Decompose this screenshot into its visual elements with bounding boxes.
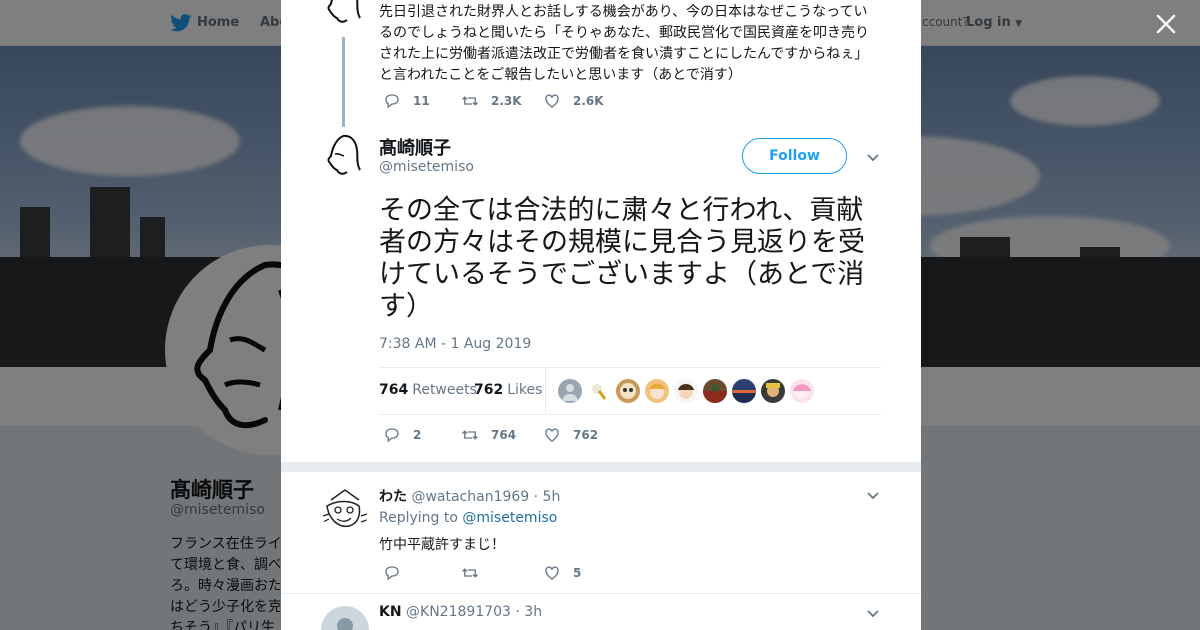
replying-to-prefix: Replying to	[379, 510, 458, 526]
like-stat[interactable]: 762 Likes	[474, 382, 542, 398]
like-stat-label: Likes	[507, 382, 543, 398]
doodle-face-icon	[322, 489, 368, 528]
like-count: 762	[573, 428, 599, 442]
main-tweet-text: その全ては合法的に粛々と行われ、貢献者の方々はその規模に見合う見返りを受けている…	[379, 195, 865, 322]
thread-connector-line	[342, 37, 345, 127]
liker-avatar[interactable]	[587, 379, 611, 403]
retweet-button[interactable]: 764	[461, 426, 516, 444]
retweet-stat[interactable]: 764 Retweets	[379, 382, 477, 398]
like-button[interactable]: 2.6K	[543, 92, 604, 110]
reply-header: KN @KN21891703 · 3h	[379, 604, 542, 620]
reply-icon	[385, 566, 399, 581]
like-icon	[545, 428, 559, 442]
retweet-icon	[462, 568, 478, 578]
row-separator	[281, 593, 921, 594]
reply-time[interactable]: · 3h	[515, 604, 542, 620]
tweet-stats: 764 Retweets 762 Likes	[379, 367, 881, 415]
reply-text: 竹中平蔵許すまじ！	[379, 537, 505, 553]
reply-button[interactable]	[383, 564, 401, 582]
reply-button[interactable]: 11	[383, 92, 430, 110]
author-handle[interactable]: @misetemiso	[379, 159, 474, 175]
liker-avatar[interactable]	[761, 379, 785, 403]
section-divider	[281, 462, 921, 472]
retweet-stat-label: Retweets	[412, 382, 477, 398]
like-button[interactable]: 5	[543, 564, 581, 582]
reply-author-name[interactable]: わた	[379, 489, 407, 505]
parent-tweet-text: 先日引退された財界人とお話しする機会があり、今の日本はなぜこうなっているのでしょ…	[379, 4, 869, 83]
retweet-icon	[462, 430, 478, 440]
reply-author-name[interactable]: KN	[379, 604, 402, 620]
replying-to: Replying to @misetemiso	[379, 510, 557, 526]
retweet-total: 764	[379, 382, 409, 398]
like-total: 762	[474, 382, 504, 398]
default-avatar-icon	[337, 618, 353, 630]
like-count: 5	[573, 566, 582, 580]
reply-count: 2	[413, 428, 422, 442]
reply-count: 11	[413, 94, 430, 108]
liker-avatar[interactable]	[790, 379, 814, 403]
author-name[interactable]: 髙崎順子	[379, 134, 451, 160]
retweet-icon	[462, 96, 478, 106]
reply-icon	[385, 94, 399, 109]
retweet-count: 2.3K	[491, 94, 522, 108]
tweet-timestamp[interactable]: 7:38 AM - 1 Aug 2019	[379, 336, 531, 352]
replying-to-link[interactable]: @misetemiso	[462, 510, 557, 526]
parent-tweet-actions: 11 2.3K 2.6K	[383, 92, 783, 112]
close-icon[interactable]	[1155, 13, 1177, 35]
reply-actions: 5	[383, 564, 783, 584]
main-tweet-avatar[interactable]	[321, 132, 369, 180]
reply-button[interactable]: 2	[383, 426, 421, 444]
like-icon	[545, 94, 559, 108]
reply-header: わた @watachan1969 · 5h	[379, 486, 560, 506]
liker-avatar[interactable]	[558, 379, 582, 403]
reply-avatar[interactable]	[321, 486, 369, 534]
liker-avatar[interactable]	[674, 379, 698, 403]
face-sketch-icon	[327, 0, 361, 23]
like-button[interactable]: 762	[543, 426, 598, 444]
parent-tweet-avatar[interactable]	[321, 0, 369, 28]
reply-icon	[385, 428, 399, 443]
retweet-button[interactable]	[461, 564, 479, 582]
reply-author-handle[interactable]: @KN21891703	[406, 604, 511, 620]
stats-divider	[545, 368, 546, 414]
reply-avatar[interactable]	[321, 606, 369, 630]
liker-avatar[interactable]	[645, 379, 669, 403]
reply-time[interactable]: · 5h	[534, 489, 561, 505]
liker-avatar[interactable]	[616, 379, 640, 403]
follow-button[interactable]: Follow	[742, 138, 847, 174]
like-icon	[545, 566, 559, 580]
liker-avatar[interactable]	[732, 379, 756, 403]
reply-author-handle[interactable]: @watachan1969	[411, 489, 529, 505]
like-count: 2.6K	[573, 94, 604, 108]
retweet-button[interactable]: 2.3K	[461, 92, 522, 110]
chevron-down-icon[interactable]	[866, 606, 880, 620]
tweet-permalink-modal: 先日引退された財界人とお話しする機会があり、今の日本はなぜこうなっているのでしょ…	[281, 0, 921, 630]
main-tweet-actions: 2 764 762	[383, 426, 783, 446]
retweet-count: 764	[491, 428, 517, 442]
face-sketch-icon	[327, 134, 361, 175]
liker-avatar[interactable]	[703, 379, 727, 403]
chevron-down-icon[interactable]	[866, 488, 880, 502]
chevron-down-icon[interactable]	[866, 150, 880, 164]
